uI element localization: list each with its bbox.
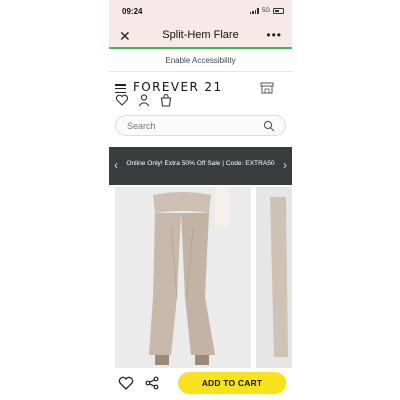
search-placeholder: Search [127, 121, 156, 131]
brand-logo[interactable]: FOREVER 21 [133, 80, 222, 94]
search-icon[interactable] [263, 120, 275, 132]
header-actions [115, 93, 173, 107]
status-bar: 09:24 5G [109, 0, 292, 24]
status-indicators: 5G [249, 8, 284, 14]
app-screen: 09:24 5G ✕ Split-Hem Flare ••• Enable Ac… [109, 0, 292, 400]
chevron-left-icon[interactable]: ‹ [114, 158, 118, 172]
share-icon[interactable] [145, 376, 159, 390]
title-bar: ✕ Split-Hem Flare ••• [109, 24, 292, 48]
account-icon[interactable] [137, 93, 151, 107]
bag-icon[interactable] [159, 93, 173, 107]
battery-icon [273, 8, 284, 14]
page-title: Split-Hem Flare [162, 29, 239, 41]
more-icon[interactable]: ••• [266, 29, 282, 41]
product-image[interactable] [115, 187, 251, 368]
status-time: 09:24 [122, 7, 143, 16]
menu-icon[interactable] [115, 84, 126, 93]
heart-icon[interactable] [118, 376, 134, 390]
promo-text: Online Only! Extra 50% Off Sale | Code: … [126, 160, 275, 167]
store-icon[interactable] [260, 82, 274, 94]
network-label: 5G [261, 8, 270, 14]
signal-icon [249, 8, 259, 14]
load-progress-bar [109, 47, 292, 49]
enable-accessibility-link[interactable]: Enable Accessibility [109, 50, 292, 72]
product-image-next[interactable] [256, 187, 292, 368]
bottom-action-bar: ADD TO CART [109, 368, 292, 400]
search-input[interactable]: Search [115, 115, 286, 136]
heart-icon[interactable] [115, 93, 129, 107]
chevron-right-icon[interactable]: › [283, 158, 287, 172]
promo-banner[interactable]: ‹ Online Only! Extra 50% Off Sale | Code… [109, 147, 292, 185]
add-to-cart-button[interactable]: ADD TO CART [178, 372, 286, 394]
